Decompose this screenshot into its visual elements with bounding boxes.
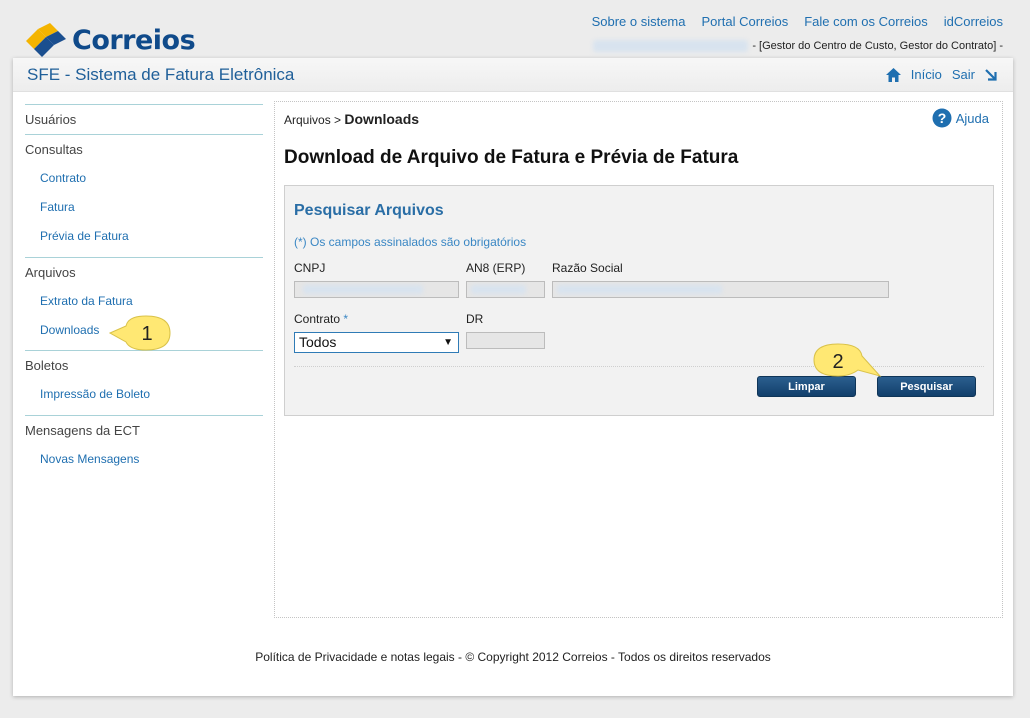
- correios-logo-icon: [26, 23, 66, 57]
- link-fale-correios[interactable]: Fale com os Correios: [804, 14, 928, 29]
- contrato-label: Contrato *: [294, 312, 348, 326]
- help-icon[interactable]: ?: [932, 108, 952, 128]
- an8-value-redacted: [471, 285, 526, 294]
- breadcrumb-separator: >: [334, 113, 342, 127]
- logo-text: Correios: [72, 24, 196, 56]
- search-panel: Pesquisar Arquivos (*) Os campos assinal…: [284, 185, 994, 416]
- cnpj-value-redacted: [303, 285, 423, 294]
- cnpj-label: CNPJ: [294, 261, 326, 275]
- sidebar-item-impressao-boleto[interactable]: Impressão de Boleto: [25, 380, 263, 409]
- callout-2-label: 2: [832, 351, 843, 373]
- an8-label: AN8 (ERP): [466, 261, 526, 275]
- help-link[interactable]: ? Ajuda: [932, 108, 989, 128]
- user-info: - [Gestor do Centro de Custo, Gestor do …: [593, 40, 1003, 52]
- user-roles: - [Gestor do Centro de Custo, Gestor do …: [752, 40, 1003, 52]
- razao-social-field: [552, 281, 889, 298]
- link-idcorreios[interactable]: idCorreios: [944, 14, 1003, 29]
- sidebar-item-fatura[interactable]: Fatura: [25, 193, 263, 222]
- contrato-label-text: Contrato: [294, 312, 341, 326]
- title-bar: SFE - Sistema de Fatura Eletrônica Iníci…: [13, 58, 1013, 92]
- home-icon[interactable]: [885, 67, 901, 82]
- app-title: SFE - Sistema de Fatura Eletrônica: [27, 65, 295, 84]
- dr-label: DR: [466, 312, 484, 326]
- breadcrumb-parent[interactable]: Arquivos: [284, 113, 331, 127]
- home-link[interactable]: Início: [911, 67, 942, 82]
- callout-1: 1: [108, 315, 171, 351]
- correios-logo[interactable]: Correios: [24, 22, 196, 58]
- sidebar-item-novas-mensagens[interactable]: Novas Mensagens: [25, 445, 263, 474]
- top-header: Correios Sobre o sistema Portal Correios…: [0, 0, 1030, 58]
- svg-text:?: ?: [937, 110, 946, 126]
- sidebar-section-mensagens: Mensagens da ECT: [25, 423, 140, 438]
- dr-field[interactable]: [466, 332, 545, 349]
- top-links: Sobre o sistema Portal Correios Fale com…: [592, 14, 1003, 29]
- an8-field: [466, 281, 545, 298]
- logout-arrow-icon[interactable]: [985, 68, 997, 81]
- pesquisar-button[interactable]: Pesquisar: [877, 376, 976, 397]
- sidebar-section-boletos: Boletos: [25, 358, 69, 373]
- sidebar-item-previa-fatura[interactable]: Prévia de Fatura: [25, 222, 263, 251]
- breadcrumb: Arquivos > Downloads: [284, 111, 419, 127]
- sidebar-section-arquivos: Arquivos: [25, 265, 76, 280]
- title-actions: Início Sair: [885, 67, 997, 82]
- page-title: Download de Arquivo de Fatura e Prévia d…: [284, 147, 739, 168]
- sidebar: Usuários Consultas Contrato Fatura Prévi…: [25, 104, 263, 474]
- contrato-select-value: Todos: [299, 334, 337, 350]
- razao-social-label: Razão Social: [552, 261, 623, 275]
- sidebar-section-usuarios[interactable]: Usuários: [25, 105, 263, 134]
- sidebar-section-consultas: Consultas: [25, 142, 83, 157]
- search-title: Pesquisar Arquivos: [294, 202, 444, 219]
- user-name-redacted: [593, 40, 749, 52]
- footer: Política de Privacidade e notas legais -…: [255, 650, 771, 664]
- required-note: (*) Os campos assinalados são obrigatóri…: [294, 235, 527, 249]
- contrato-required-mark: *: [343, 312, 349, 326]
- cnpj-field: [294, 281, 459, 298]
- razao-social-value-redacted: [557, 285, 722, 294]
- link-sobre-sistema[interactable]: Sobre o sistema: [592, 14, 686, 29]
- breadcrumb-current: Downloads: [344, 111, 420, 127]
- logout-link[interactable]: Sair: [952, 67, 975, 82]
- callout-2: 2: [813, 343, 882, 377]
- link-portal-correios[interactable]: Portal Correios: [702, 14, 789, 29]
- contrato-select[interactable]: Todos ▼: [294, 332, 459, 353]
- callout-1-label: 1: [141, 323, 152, 345]
- dropdown-arrow-icon[interactable]: ▼: [443, 333, 453, 352]
- content-panel: Arquivos > Downloads ? Ajuda Download de…: [274, 101, 1003, 618]
- sidebar-item-contrato[interactable]: Contrato: [25, 164, 263, 193]
- help-label[interactable]: Ajuda: [956, 111, 989, 126]
